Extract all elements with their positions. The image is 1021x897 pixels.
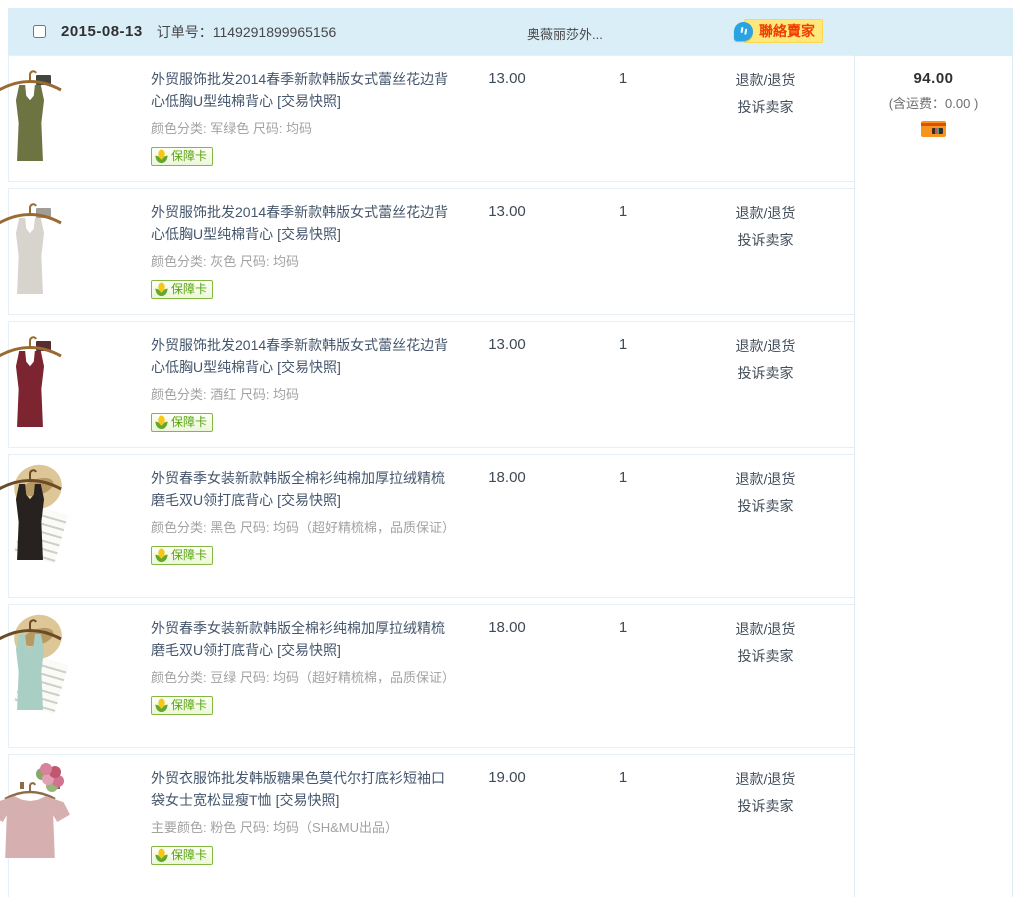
guarantee-card-label: 保障卡	[171, 415, 207, 430]
contact-seller-button[interactable]: 聯絡賣家	[744, 19, 823, 43]
snapshot-link[interactable]: [交易快照]	[277, 492, 341, 508]
order-item-row: 外贸衣服饰批发韩版糖果色莫代尔打底衫短袖口袋女士宽松显瘦T恤[交易快照] 主要颜…	[8, 754, 855, 897]
order-item-row: 外贸服饰批发2014春季新款韩版女式蕾丝花边背心低胸U型纯棉背心[交易快照] 颜…	[8, 55, 855, 182]
guarantee-card-badge[interactable]: 保障卡	[151, 546, 213, 565]
item-quantity: 1	[563, 605, 683, 747]
item-price: 19.00	[451, 755, 563, 897]
product-attributes: 颜色分类: 军绿色 尺码: 均码	[151, 119, 451, 138]
guarantee-card-label: 保障卡	[171, 848, 207, 863]
item-quantity: 1	[563, 189, 683, 314]
product-image[interactable]	[30, 197, 133, 300]
item-actions: 退款/退货 投诉卖家	[683, 755, 848, 897]
item-price: 18.00	[451, 455, 563, 597]
product-attributes: 颜色分类: 灰色 尺码: 均码	[151, 252, 451, 271]
wangwang-icon	[734, 22, 753, 41]
order-item-row: 外贸春季女装新款韩版全棉衫纯棉加厚拉绒精梳磨毛双U领打底背心[交易快照] 颜色分…	[8, 604, 855, 748]
product-title: 外贸衣服饰批发韩版糖果色莫代尔打底衫短袖口袋女士宽松显瘦T恤[交易快照]	[151, 767, 451, 811]
snapshot-link[interactable]: [交易快照]	[277, 359, 341, 375]
refund-link[interactable]: 退款/退货	[683, 70, 848, 91]
guarantee-card-label: 保障卡	[171, 149, 207, 164]
snapshot-link[interactable]: [交易快照]	[277, 226, 341, 242]
payment-card-icon	[921, 121, 946, 137]
item-quantity: 1	[563, 56, 683, 181]
item-price: 13.00	[451, 322, 563, 447]
complain-seller-link[interactable]: 投诉卖家	[683, 230, 848, 251]
complain-seller-link[interactable]: 投诉卖家	[683, 796, 848, 817]
order-header: 2015-08-13 订单号：1149291899965156 奥薇丽莎外...…	[8, 8, 1013, 55]
item-price: 13.00	[451, 56, 563, 181]
product-image[interactable]	[30, 463, 133, 566]
complain-seller-link[interactable]: 投诉卖家	[683, 97, 848, 118]
product-info: 外贸春季女装新款韩版全棉衫纯棉加厚拉绒精梳磨毛双U领打底背心[交易快照] 颜色分…	[151, 605, 451, 747]
item-quantity: 1	[563, 322, 683, 447]
item-price: 13.00	[451, 189, 563, 314]
refund-link[interactable]: 退款/退货	[683, 203, 848, 224]
product-title: 外贸春季女装新款韩版全棉衫纯棉加厚拉绒精梳磨毛双U领打底背心[交易快照]	[151, 467, 451, 511]
product-image[interactable]	[30, 330, 133, 433]
complain-seller-link[interactable]: 投诉卖家	[683, 646, 848, 667]
order-total-amount: 94.00	[855, 70, 1012, 87]
item-actions: 退款/退货 投诉卖家	[683, 322, 848, 447]
product-attributes: 颜色分类: 豆绿 尺码: 均码（超好精梳棉，品质保证）	[151, 668, 451, 687]
sprout-icon	[154, 848, 169, 863]
order-summary: 94.00 (含运费：0.00 )	[854, 55, 1013, 897]
sprout-icon	[154, 415, 169, 430]
shipping-fee-note: (含运费：0.00 )	[855, 93, 1012, 112]
item-actions: 退款/退货 投诉卖家	[683, 56, 848, 181]
guarantee-card-label: 保障卡	[171, 282, 207, 297]
product-info: 外贸服饰批发2014春季新款韩版女式蕾丝花边背心低胸U型纯棉背心[交易快照] 颜…	[151, 322, 451, 447]
item-quantity: 1	[563, 755, 683, 897]
sprout-icon	[154, 282, 169, 297]
order-body: 外贸服饰批发2014春季新款韩版女式蕾丝花边背心低胸U型纯棉背心[交易快照] 颜…	[8, 55, 1013, 897]
complain-seller-link[interactable]: 投诉卖家	[683, 496, 848, 517]
refund-link[interactable]: 退款/退货	[683, 769, 848, 790]
guarantee-card-badge[interactable]: 保障卡	[151, 147, 213, 166]
refund-link[interactable]: 退款/退货	[683, 469, 848, 490]
product-attributes: 颜色分类: 酒红 尺码: 均码	[151, 385, 451, 404]
product-image[interactable]	[30, 64, 133, 167]
product-attributes: 主要颜色: 粉色 尺码: 均码（SH&MU出品）	[151, 818, 451, 837]
order-page: 2015-08-13 订单号：1149291899965156 奥薇丽莎外...…	[0, 0, 1021, 897]
refund-link[interactable]: 退款/退货	[683, 619, 848, 640]
product-attributes: 颜色分类: 黑色 尺码: 均码（超好精梳棉，品质保证）	[151, 518, 451, 537]
product-info: 外贸春季女装新款韩版全棉衫纯棉加厚拉绒精梳磨毛双U领打底背心[交易快照] 颜色分…	[151, 455, 451, 597]
order-item-row: 外贸服饰批发2014春季新款韩版女式蕾丝花边背心低胸U型纯棉背心[交易快照] 颜…	[8, 188, 855, 315]
product-info: 外贸服饰批发2014春季新款韩版女式蕾丝花边背心低胸U型纯棉背心[交易快照] 颜…	[151, 189, 451, 314]
sprout-icon	[154, 149, 169, 164]
guarantee-card-label: 保障卡	[171, 698, 207, 713]
product-title: 外贸服饰批发2014春季新款韩版女式蕾丝花边背心低胸U型纯棉背心[交易快照]	[151, 201, 451, 245]
product-title: 外贸服饰批发2014春季新款韩版女式蕾丝花边背心低胸U型纯棉背心[交易快照]	[151, 68, 451, 112]
product-title: 外贸春季女装新款韩版全棉衫纯棉加厚拉绒精梳磨毛双U领打底背心[交易快照]	[151, 617, 451, 661]
contact-seller-label: 聯絡賣家	[759, 23, 815, 39]
order-date: 2015-08-13	[61, 23, 143, 40]
item-actions: 退款/退货 投诉卖家	[683, 605, 848, 747]
guarantee-card-badge[interactable]: 保障卡	[151, 413, 213, 432]
product-image[interactable]	[30, 763, 133, 866]
item-list: 外贸服饰批发2014春季新款韩版女式蕾丝花边背心低胸U型纯棉背心[交易快照] 颜…	[8, 55, 855, 897]
order-select-checkbox[interactable]	[33, 25, 46, 38]
guarantee-card-badge[interactable]: 保障卡	[151, 280, 213, 299]
item-actions: 退款/退货 投诉卖家	[683, 455, 848, 597]
item-price: 18.00	[451, 605, 563, 747]
item-quantity: 1	[563, 455, 683, 597]
order-item-row: 外贸春季女装新款韩版全棉衫纯棉加厚拉绒精梳磨毛双U领打底背心[交易快照] 颜色分…	[8, 454, 855, 598]
snapshot-link[interactable]: [交易快照]	[277, 642, 341, 658]
seller-name-link[interactable]: 奥薇丽莎外...	[527, 24, 603, 43]
product-info: 外贸衣服饰批发韩版糖果色莫代尔打底衫短袖口袋女士宽松显瘦T恤[交易快照] 主要颜…	[151, 755, 451, 897]
product-image[interactable]	[30, 613, 133, 716]
product-title: 外贸服饰批发2014春季新款韩版女式蕾丝花边背心低胸U型纯棉背心[交易快照]	[151, 334, 451, 378]
refund-link[interactable]: 退款/退货	[683, 336, 848, 357]
complain-seller-link[interactable]: 投诉卖家	[683, 363, 848, 384]
snapshot-link[interactable]: [交易快照]	[277, 93, 341, 109]
guarantee-card-label: 保障卡	[171, 548, 207, 563]
guarantee-card-badge[interactable]: 保障卡	[151, 696, 213, 715]
sprout-icon	[154, 698, 169, 713]
guarantee-card-badge[interactable]: 保障卡	[151, 846, 213, 865]
snapshot-link[interactable]: [交易快照]	[276, 792, 340, 808]
item-actions: 退款/退货 投诉卖家	[683, 189, 848, 314]
order-item-row: 外贸服饰批发2014春季新款韩版女式蕾丝花边背心低胸U型纯棉背心[交易快照] 颜…	[8, 321, 855, 448]
product-info: 外贸服饰批发2014春季新款韩版女式蕾丝花边背心低胸U型纯棉背心[交易快照] 颜…	[151, 56, 451, 181]
sprout-icon	[154, 548, 169, 563]
order-number: 订单号：1149291899965156	[157, 22, 337, 42]
